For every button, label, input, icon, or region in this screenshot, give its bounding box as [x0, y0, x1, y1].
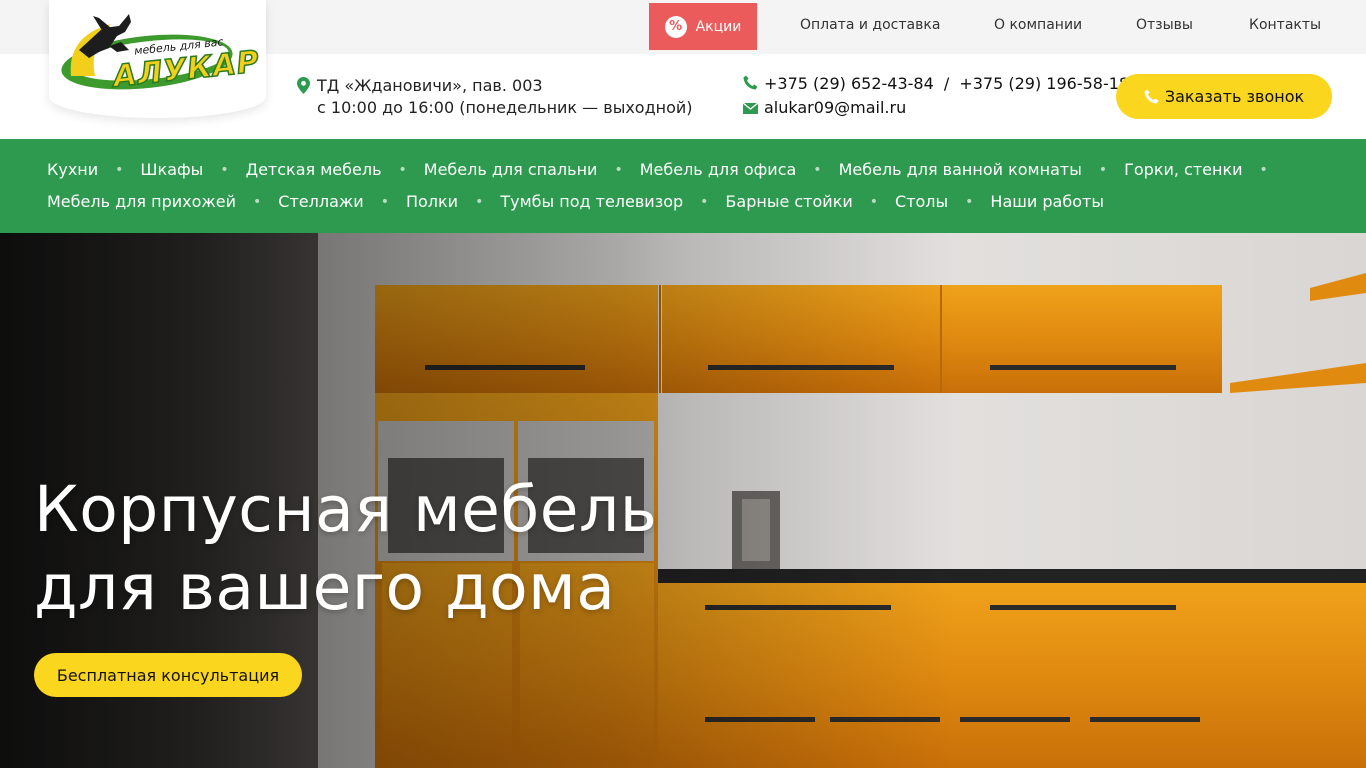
hero-title: Корпусная мебель для вашего дома: [34, 471, 657, 627]
callback-button[interactable]: Заказать звонок: [1116, 74, 1332, 119]
menu-separator: •: [965, 193, 974, 210]
working-hours: с 10:00 до 16:00 (понедельник — выходной…: [317, 98, 693, 117]
nav-link-reviews[interactable]: Отзывы: [1136, 17, 1193, 33]
menu-item-tables[interactable]: Столы: [895, 192, 948, 211]
page: % Акции Оплата и доставка О компании Отз…: [0, 0, 1366, 768]
main-menu: Кухни • Шкафы • Детская мебель • Мебель …: [0, 139, 1366, 233]
menu-separator: •: [380, 193, 389, 210]
menu-row-2: Мебель для прихожей • Стеллажи • Полки •…: [47, 192, 1104, 211]
promo-button[interactable]: % Акции: [649, 3, 757, 50]
menu-item-shelves[interactable]: Полки: [406, 192, 458, 211]
email-link[interactable]: alukar09@mail.ru: [764, 98, 906, 117]
menu-item-bathroom[interactable]: Мебель для ванной комнаты: [839, 160, 1082, 179]
menu-item-tv-stands[interactable]: Тумбы под телевизор: [500, 192, 683, 211]
menu-separator: •: [869, 193, 879, 210]
phone-numbers: +375 (29) 652-43-84 / +375 (29) 196-58-1…: [764, 74, 1129, 93]
callback-label: Заказать звонок: [1164, 87, 1305, 106]
phone-icon: [1144, 89, 1159, 104]
phone-link-1[interactable]: +375 (29) 652-43-84: [764, 74, 934, 93]
hero-banner: Корпусная мебель для вашего дома Бесплат…: [0, 233, 1366, 768]
menu-separator: •: [220, 161, 229, 178]
menu-item-our-works[interactable]: Наши работы: [990, 192, 1104, 211]
menu-item-kids-furniture[interactable]: Детская мебель: [246, 160, 382, 179]
menu-item-hallway[interactable]: Мебель для прихожей: [47, 192, 236, 211]
menu-item-wardrobes[interactable]: Шкафы: [140, 160, 203, 179]
hero-title-line-1: Корпусная мебель: [34, 473, 658, 546]
logo[interactable]: мебель для вас АЛУКАР: [49, 0, 266, 118]
phone-link-2[interactable]: +375 (29) 196-58-18: [959, 74, 1129, 93]
menu-item-bar-counters[interactable]: Барные стойки: [725, 192, 852, 211]
nav-link-contacts[interactable]: Контакты: [1249, 17, 1321, 33]
menu-separator: •: [1098, 161, 1108, 178]
menu-separator: •: [700, 193, 709, 210]
mail-icon: [743, 103, 758, 114]
percent-icon: %: [664, 15, 687, 38]
menu-item-bedroom[interactable]: Мебель для спальни: [424, 160, 598, 179]
menu-row-1: Кухни • Шкафы • Детская мебель • Мебель …: [47, 160, 1285, 179]
free-consultation-button[interactable]: Бесплатная консультация: [34, 653, 302, 697]
hero-title-line-2: для вашего дома: [34, 551, 616, 624]
map-pin-icon: [297, 77, 310, 94]
menu-item-wall-units[interactable]: Горки, стенки: [1124, 160, 1242, 179]
phone-separator: /: [943, 74, 950, 93]
nav-link-payment-delivery[interactable]: Оплата и доставка: [800, 17, 940, 33]
menu-separator: •: [475, 193, 484, 210]
menu-item-office[interactable]: Мебель для офиса: [640, 160, 797, 179]
promo-label: Акции: [695, 18, 742, 35]
menu-separator: •: [813, 161, 822, 178]
menu-separator: •: [115, 161, 124, 178]
menu-separator: •: [614, 161, 623, 178]
menu-item-shelving-units[interactable]: Стеллажи: [278, 192, 363, 211]
menu-item-kitchens[interactable]: Кухни: [47, 160, 98, 179]
phone-icon: [743, 75, 758, 90]
menu-separator: •: [1259, 161, 1268, 178]
address-line: ТД «Ждановичи», пав. 003: [317, 76, 543, 95]
menu-separator: •: [398, 161, 407, 178]
nav-link-about[interactable]: О компании: [994, 17, 1082, 33]
menu-separator: •: [253, 193, 262, 210]
